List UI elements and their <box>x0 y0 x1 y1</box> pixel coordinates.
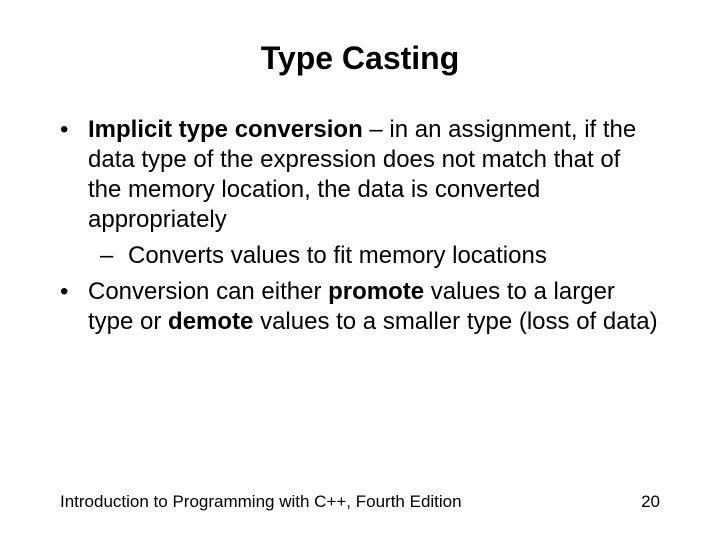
bullet-item-2: • Conversion can either promote values t… <box>60 277 660 337</box>
term-promote: promote <box>328 278 424 305</box>
bullet-item-1: • Implicit type conversion – in an assig… <box>60 115 660 235</box>
slide-body: • Implicit type conversion – in an assig… <box>60 115 660 337</box>
slide-title: Type Casting <box>60 40 660 77</box>
bullet-2-post: values to a smaller type (loss of data) <box>253 308 657 335</box>
bullet-2-pre: Conversion can either <box>88 278 328 305</box>
bullet-mark: • <box>60 115 88 235</box>
sub-bullet-text: Converts values to fit memory locations <box>128 241 660 271</box>
term-demote: demote <box>168 308 253 335</box>
slide: Type Casting • Implicit type conversion … <box>0 0 720 540</box>
slide-footer: Introduction to Programming with C++, Fo… <box>60 492 660 512</box>
bullet-mark: – <box>100 241 128 271</box>
bullet-mark: • <box>60 277 88 337</box>
bullet-text: Conversion can either promote values to … <box>88 277 660 337</box>
sub-bullet-item-1: – Converts values to fit memory location… <box>100 241 660 271</box>
footer-left: Introduction to Programming with C++, Fo… <box>60 492 462 512</box>
page-number: 20 <box>641 492 660 512</box>
term-implicit: Implicit type conversion <box>88 116 363 143</box>
bullet-text: Implicit type conversion – in an assignm… <box>88 115 660 235</box>
